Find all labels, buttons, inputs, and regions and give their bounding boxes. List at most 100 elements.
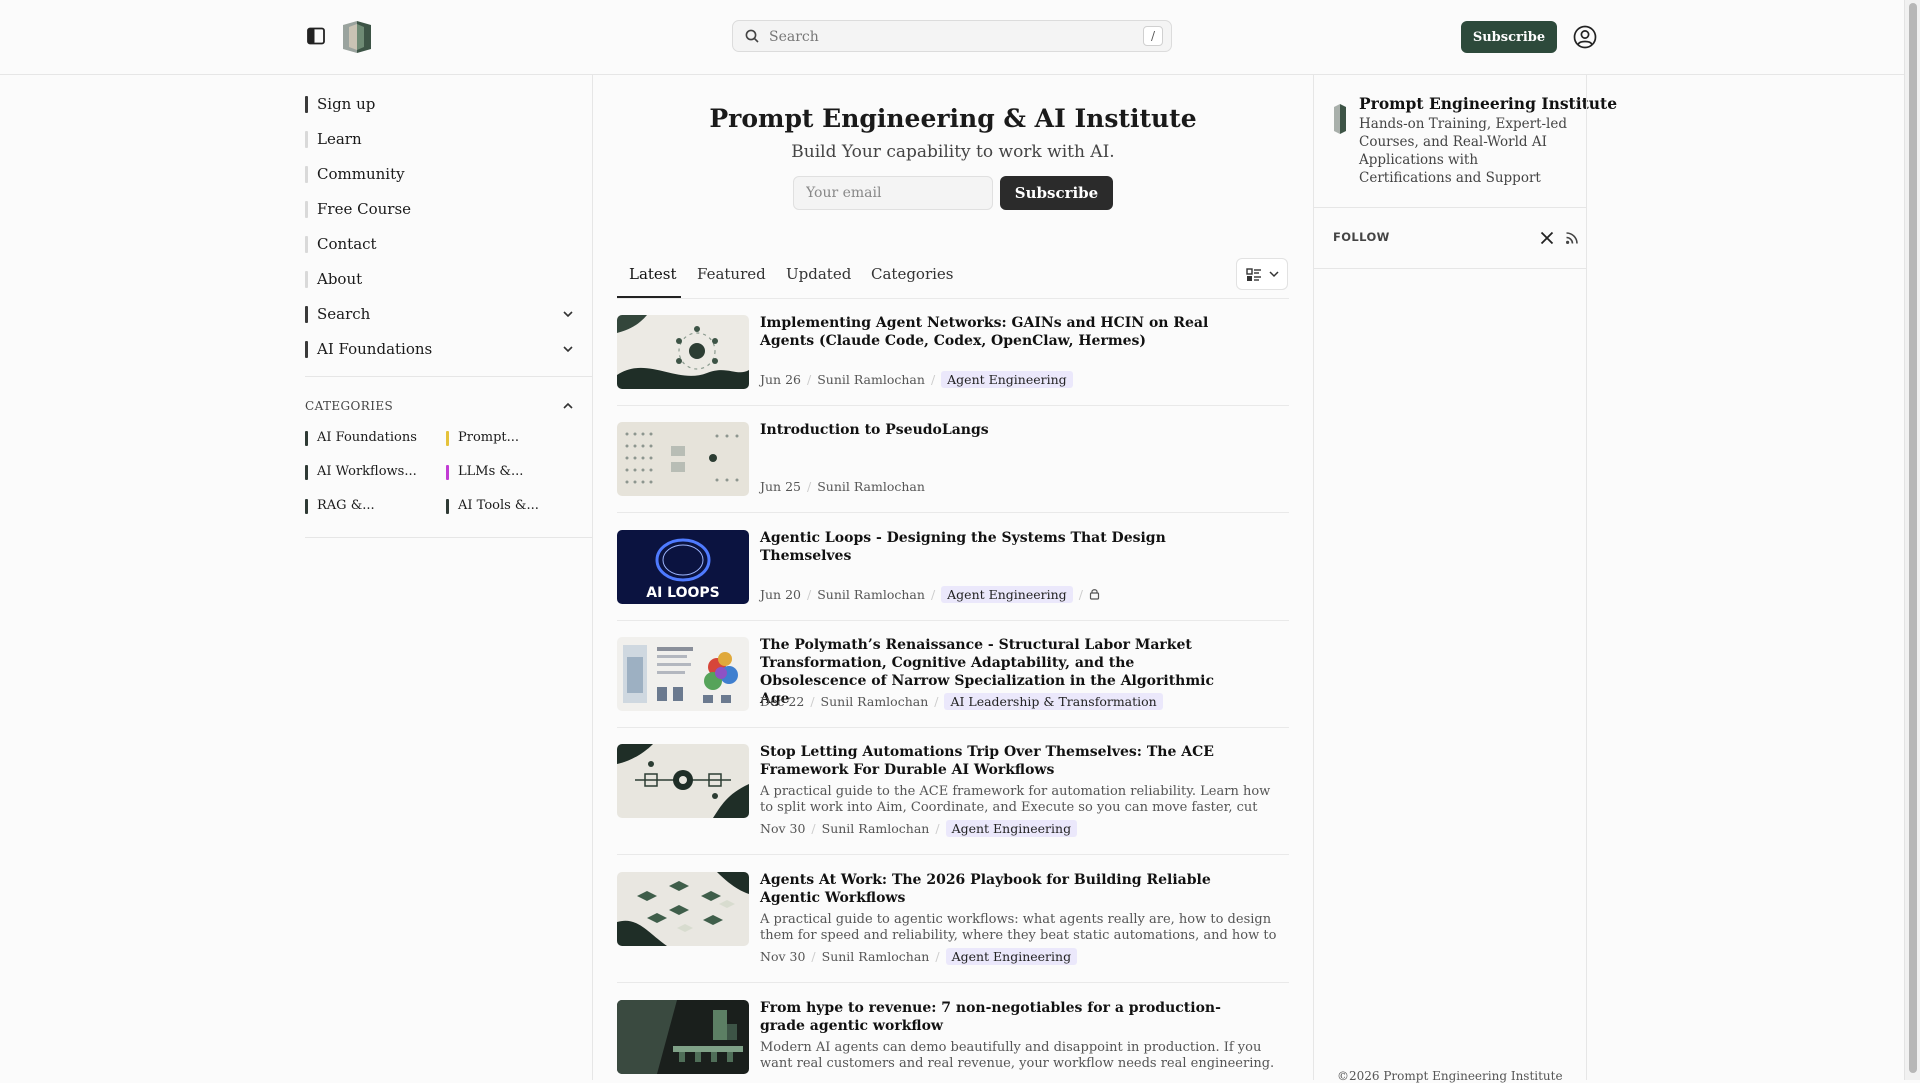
post-author[interactable]: Sunil Ramlochan	[822, 821, 930, 836]
post-title[interactable]: Agents At Work: The 2026 Playbook for Bu…	[760, 871, 1230, 907]
category-color-bar	[446, 465, 449, 480]
post-divider	[617, 854, 1289, 855]
post-author[interactable]: Sunil Ramlochan	[817, 372, 925, 387]
copyright-text: ©2026 Prompt Engineering Institute	[1337, 1069, 1563, 1083]
post-date: Jun 25	[760, 479, 801, 494]
sidebar-divider	[305, 376, 592, 377]
post-divider	[617, 405, 1289, 406]
rss-icon[interactable]	[1565, 231, 1579, 245]
search-box[interactable]: /	[732, 20, 1172, 53]
post-thumbnail[interactable]	[617, 1000, 749, 1074]
post-thumbnail[interactable]	[617, 637, 749, 711]
category-label: RAG &...	[317, 498, 375, 513]
post-tag[interactable]: Agent Engineering	[945, 820, 1078, 837]
post-tag[interactable]: AI Leadership & Transformation	[944, 693, 1163, 710]
site-logo[interactable]	[340, 19, 374, 55]
post-thumbnail[interactable]	[617, 872, 749, 946]
category-color-bar	[446, 499, 449, 514]
nav-label: About	[317, 270, 363, 288]
post-divider	[617, 620, 1289, 621]
post-excerpt: Modern AI agents can demo beautifully an…	[760, 1040, 1275, 1071]
nav-label: Free Course	[317, 200, 412, 218]
nav-color-bar	[305, 96, 308, 113]
list-view-icon	[1246, 268, 1261, 281]
thumbnail-text: AI LOOPS	[646, 585, 720, 601]
post-date: Nov 30	[760, 821, 806, 836]
post-thumbnail[interactable]: AI LOOPS	[617, 530, 749, 604]
search-shortcut-key: /	[1143, 26, 1163, 46]
post-meta: Nov 30/Sunil Ramlochan / Agent Engineering	[760, 948, 1078, 966]
aside-description: Hands-on Training, Expert-led Courses, a…	[1359, 116, 1568, 186]
post-tag[interactable]: Agent Engineering	[941, 371, 1073, 388]
nav-item-sign-up[interactable]: Sign up	[305, 91, 575, 117]
category-color-bar	[305, 431, 308, 446]
category-color-bar	[305, 465, 308, 480]
category-label: AI Foundations	[317, 430, 417, 445]
post-meta: Jun 20/Sunil Ramlochan / Agent Engineering…	[760, 586, 1100, 604]
post-title[interactable]: Agentic Loops - Designing the Systems Th…	[760, 529, 1230, 565]
post-meta: Nov 30/Sunil Ramlochan / Agent Engineering	[760, 820, 1078, 838]
chevron-down-icon	[1269, 271, 1279, 278]
post-title[interactable]: Stop Letting Automations Trip Over Thems…	[760, 743, 1230, 779]
tab-categories[interactable]: Categories	[871, 263, 954, 297]
categories-heading[interactable]: CATEGORIES	[305, 397, 575, 415]
nav-label: Search	[317, 305, 371, 323]
post-thumbnail[interactable]	[617, 744, 749, 818]
nav-item-contact[interactable]: Contact	[305, 231, 575, 257]
x-twitter-icon[interactable]	[1540, 231, 1554, 245]
post-title[interactable]: From hype to revenue: 7 non-negotiables …	[760, 999, 1230, 1035]
post-divider	[617, 727, 1289, 728]
post-divider	[617, 982, 1289, 983]
chevron-up-icon[interactable]	[561, 399, 575, 413]
sidebar-toggle-icon[interactable]	[306, 26, 326, 46]
post-tag[interactable]: Agent Engineering	[941, 586, 1073, 603]
category-label: LLMs &...	[458, 464, 524, 479]
scrollbar-thumb[interactable]	[1909, 3, 1917, 1073]
left-sidebar: Sign up Learn Community Free Course Cont…	[305, 75, 592, 1080]
nav-color-bar	[305, 306, 308, 323]
post-tag[interactable]: Agent Engineering	[945, 948, 1078, 965]
email-field[interactable]	[793, 176, 993, 210]
nav-color-bar	[305, 236, 308, 253]
nav-item-community[interactable]: Community	[305, 161, 575, 187]
search-icon	[745, 29, 759, 43]
post-date: Nov 30	[760, 949, 806, 964]
nav-color-bar	[305, 131, 308, 148]
nav-item-free-course[interactable]: Free Course	[305, 196, 575, 222]
nav-label: Community	[317, 165, 405, 183]
post-excerpt: A practical guide to agentic workflows: …	[760, 912, 1277, 943]
aside-site-title[interactable]: Prompt Engineering Institute	[1359, 94, 1617, 113]
page-scrollbar[interactable]	[1904, 0, 1920, 1080]
hero-title: Prompt Engineering & AI Institute	[709, 104, 1197, 133]
tab-featured[interactable]: Featured	[697, 263, 766, 297]
account-icon[interactable]	[1573, 25, 1597, 49]
chevron-down-icon[interactable]	[561, 342, 575, 356]
nav-label: Sign up	[317, 95, 376, 113]
post-thumbnail[interactable]	[617, 422, 749, 496]
post-author[interactable]: Sunil Ramlochan	[821, 694, 929, 709]
post-meta: Dec 22/Sunil Ramlochan / AI Leadership & T…	[760, 693, 1163, 711]
nav-label: Learn	[317, 130, 362, 148]
nav-item-about[interactable]: About	[305, 266, 575, 292]
chevron-down-icon[interactable]	[561, 307, 575, 321]
search-input[interactable]	[767, 21, 1111, 53]
tab-latest[interactable]: Latest	[629, 263, 677, 297]
tab-updated[interactable]: Updated	[786, 263, 851, 297]
post-author[interactable]: Sunil Ramlochan	[817, 587, 925, 602]
post-title[interactable]: Implementing Agent Networks: GAINs and H…	[760, 314, 1230, 350]
post-author[interactable]: Sunil Ramlochan	[822, 949, 930, 964]
view-toggle-button[interactable]	[1236, 258, 1288, 290]
hero-subscribe-button[interactable]: Subscribe	[1000, 176, 1113, 210]
nav-item-ai-foundations[interactable]: AI Foundations	[305, 336, 575, 362]
nav-label: AI Foundations	[317, 340, 433, 358]
nav-item-learn[interactable]: Learn	[305, 126, 575, 152]
post-author[interactable]: Sunil Ramlochan	[817, 479, 925, 494]
post-thumbnail[interactable]	[617, 315, 749, 389]
nav-item-search[interactable]: Search	[305, 301, 575, 327]
post-date: Jun 20	[760, 587, 801, 602]
header-subscribe-button[interactable]: Subscribe	[1461, 21, 1557, 53]
category-label: AI Tools &...	[458, 498, 539, 513]
aside-divider	[1314, 207, 1586, 208]
nav-color-bar	[305, 166, 308, 183]
post-title[interactable]: Introduction to PseudoLangs	[760, 421, 1230, 439]
